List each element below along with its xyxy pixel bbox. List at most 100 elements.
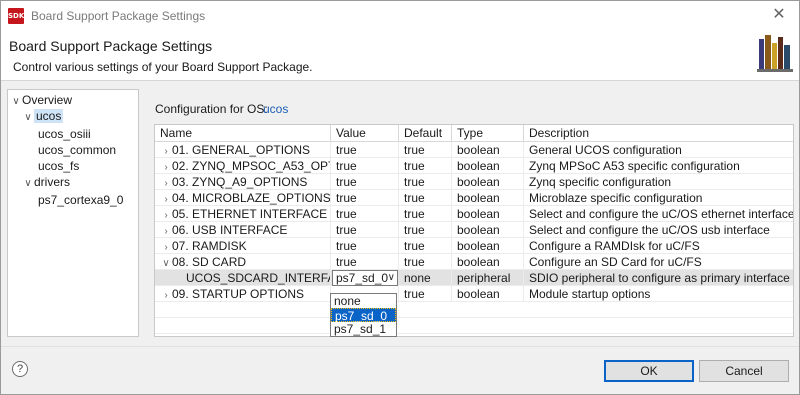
row-name: 09. STARTUP OPTIONS: [172, 287, 305, 301]
tree-item-ucos-osiii[interactable]: ucos_osiii: [38, 126, 91, 142]
sdk-app-icon: SDK: [8, 8, 24, 24]
table-row[interactable]: › 05. ETHERNET INTERFACE true true boolea…: [155, 206, 794, 222]
row-value[interactable]: true: [331, 158, 399, 174]
chevron-right-icon[interactable]: ›: [160, 160, 172, 174]
tree-item-ucos[interactable]: ∨ ucos: [22, 108, 64, 126]
row-name: UCOS_SDCARD_INTERFACE: [186, 271, 330, 285]
column-header-value[interactable]: Value: [331, 125, 399, 142]
chevron-down-icon[interactable]: ∨: [22, 176, 34, 192]
row-default: true: [399, 206, 452, 222]
table-header: Name Value Default Type Description: [155, 125, 793, 142]
row-value[interactable]: true: [331, 174, 399, 190]
chevron-right-icon[interactable]: ›: [160, 224, 172, 238]
row-type: boolean: [452, 254, 524, 270]
settings-table: Name Value Default Type Description › 01.…: [154, 124, 794, 337]
row-description: Zynq MPSoC A53 specific configuration: [529, 159, 740, 173]
tree-item-ucos-fs[interactable]: ucos_fs: [38, 158, 79, 174]
table-row-empty: [155, 302, 793, 318]
row-type: peripheral: [452, 270, 524, 286]
chevron-right-icon[interactable]: ›: [160, 208, 172, 222]
tree-item-ucos-common[interactable]: ucos_common: [38, 142, 116, 158]
row-type: boolean: [452, 174, 524, 190]
row-description: Select and configure the uC/OS usb inter…: [529, 223, 770, 237]
row-value[interactable]: true: [331, 222, 399, 238]
tree-item-drivers[interactable]: ∨ drivers: [22, 174, 70, 190]
table-row[interactable]: ›02. ZYNQ_MPSOC_A53_OPTIONS true true bo…: [155, 158, 793, 174]
column-header-name[interactable]: Name: [155, 125, 331, 142]
books-icon: [757, 35, 793, 72]
row-name: 05. ETHERNET INTERFACE: [172, 207, 328, 221]
row-type: boolean: [452, 286, 524, 302]
row-description: SDIO peripheral to configure as primary …: [529, 271, 790, 285]
row-default: true: [399, 142, 452, 158]
table-row[interactable]: › 06. USB INTERFACE true true boolean Sel…: [155, 222, 793, 238]
chevron-right-icon[interactable]: ›: [160, 176, 172, 190]
column-header-default[interactable]: Default: [399, 125, 452, 142]
bsp-navigation-tree[interactable]: ∨ Overview ∨ ucos ucos_osiii ucos_common u…: [7, 89, 139, 337]
row-description: Configure an SD Card for uC/FS: [529, 255, 702, 269]
chevron-right-icon[interactable]: ›: [160, 192, 172, 206]
row-description: Zynq specific configuration: [529, 175, 672, 189]
table-row[interactable]: › 04. MICROBLAZE_OPTIONS true true boolea…: [155, 190, 793, 206]
ok-button[interactable]: OK: [604, 360, 694, 382]
dropdown-option-ps7-sd-1[interactable]: ps7_sd_1: [331, 322, 396, 336]
sdcard-interface-combo[interactable]: ps7_sd_0 ∨: [332, 270, 398, 286]
sdcard-interface-dropdown[interactable]: none ps7_sd_0 ps7_sd_1: [330, 293, 397, 337]
table-row[interactable]: › 07. RAMDISK true true boolean Configure…: [155, 238, 793, 254]
row-type: boolean: [452, 190, 524, 206]
row-description: Select and configure the uC/OS ethernet …: [529, 207, 794, 221]
row-type: boolean: [452, 238, 524, 254]
row-default: none: [399, 270, 452, 286]
row-name: 03. ZYNQ_A9_OPTIONS: [172, 175, 308, 189]
header-banner: Board Support Package Settings Control v…: [1, 31, 799, 81]
row-description: Module startup options: [529, 287, 651, 301]
config-os-label: Configuration for OS:: [155, 102, 268, 116]
close-icon[interactable]: ✕: [769, 5, 789, 25]
row-name: 04. MICROBLAZE_OPTIONS: [172, 191, 331, 205]
row-name: 06. USB INTERFACE: [172, 223, 288, 237]
tree-item-ps7-cortexa9-0[interactable]: ps7_cortexa9_0: [38, 192, 123, 208]
chevron-right-icon[interactable]: ›: [160, 288, 172, 302]
window-title: Board Support Package Settings: [31, 9, 206, 23]
table-row[interactable]: › 01. GENERAL_OPTIONS true true boolean G…: [155, 142, 793, 158]
page-description: Control various settings of your Board S…: [13, 60, 313, 74]
table-row-selected[interactable]: UCOS_SDCARD_INTERFACE ps7_sd_0 ∨ none pe…: [155, 270, 793, 286]
row-type: boolean: [452, 158, 524, 174]
chevron-down-icon[interactable]: ∨: [160, 256, 172, 270]
table-row[interactable]: ∨ 08. SD CARD true true boolean Configure…: [155, 254, 793, 270]
row-value[interactable]: true: [331, 142, 399, 158]
row-description: Configure a RAMDIsk for uC/FS: [529, 239, 700, 253]
row-value[interactable]: true: [331, 238, 399, 254]
chevron-right-icon[interactable]: ›: [160, 240, 172, 254]
dropdown-option-ps7-sd-0[interactable]: ps7_sd_0: [331, 308, 396, 323]
row-name: 07. RAMDISK: [172, 239, 247, 253]
column-header-type[interactable]: Type: [452, 125, 524, 142]
page-title: Board Support Package Settings: [9, 38, 213, 54]
row-value[interactable]: true: [331, 206, 399, 222]
chevron-down-icon[interactable]: ∨: [22, 110, 34, 126]
row-default: true: [399, 174, 452, 190]
tree-item-overview[interactable]: ∨ Overview: [10, 92, 72, 108]
help-icon[interactable]: ?: [12, 361, 28, 377]
row-default: true: [399, 190, 452, 206]
row-name: 08. SD CARD: [172, 255, 247, 269]
row-default: true: [399, 254, 452, 270]
column-header-description[interactable]: Description: [524, 125, 793, 142]
chevron-down-icon[interactable]: ∨: [10, 94, 22, 110]
combo-value: ps7_sd_0: [336, 271, 389, 285]
row-type: boolean: [452, 222, 524, 238]
config-os-link[interactable]: ucos: [263, 102, 288, 116]
row-description: Microblaze specific configuration: [529, 191, 703, 205]
footer-divider: [1, 346, 799, 347]
chevron-down-icon[interactable]: ∨: [388, 271, 395, 285]
row-type: boolean: [452, 142, 524, 158]
cancel-button[interactable]: Cancel: [699, 360, 789, 382]
row-value[interactable]: true: [331, 190, 399, 206]
table-row[interactable]: › 09. STARTUP OPTIONS true boolean Module…: [155, 286, 793, 302]
table-row-empty: [155, 318, 793, 334]
dropdown-option-none[interactable]: none: [331, 294, 396, 308]
table-row[interactable]: › 03. ZYNQ_A9_OPTIONS true true boolean Z…: [155, 174, 793, 190]
row-value[interactable]: true: [331, 254, 399, 270]
chevron-right-icon[interactable]: ›: [160, 144, 172, 158]
row-description: General UCOS configuration: [529, 143, 682, 157]
